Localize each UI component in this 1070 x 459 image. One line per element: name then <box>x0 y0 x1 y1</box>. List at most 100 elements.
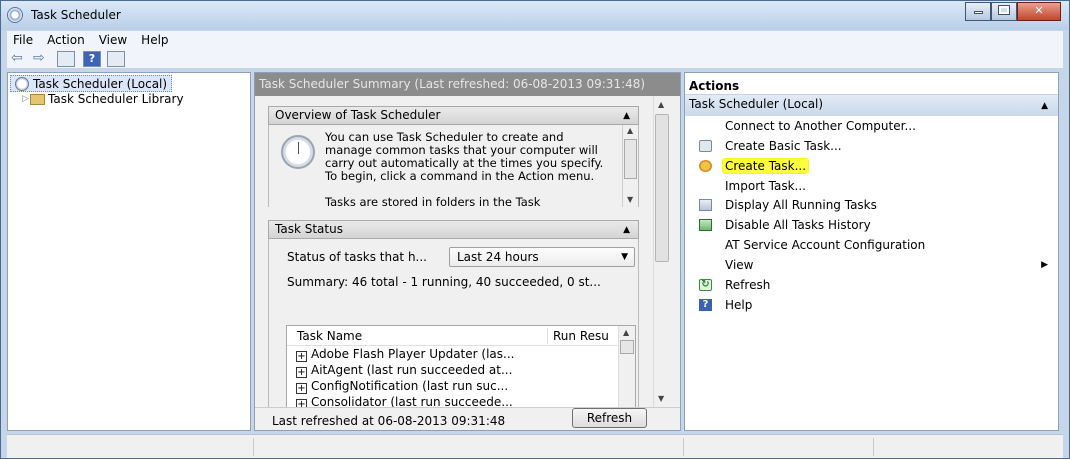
refresh-button[interactable]: Refresh <box>572 408 647 428</box>
action-create-task[interactable]: Create Task... <box>685 156 1058 176</box>
task-list-scrollbar[interactable]: ▲ <box>618 326 635 410</box>
scroll-up-icon[interactable]: ▲ <box>627 126 633 135</box>
collapse-chevron-icon[interactable]: ▲ <box>623 222 630 239</box>
back-arrow-icon[interactable]: ⇦ <box>11 51 23 67</box>
maximize-button[interactable] <box>991 2 1017 21</box>
overview-title: Overview of Task Scheduler <box>275 108 441 122</box>
menu-action[interactable]: Action <box>41 31 93 47</box>
column-header-task-name[interactable]: Task Name <box>297 329 362 343</box>
status-period-dropdown[interactable]: Last 24 hours ▼ <box>449 247 635 267</box>
status-divider <box>873 438 874 456</box>
summary-scrollbar[interactable]: ▲ ▼ <box>653 96 670 407</box>
actions-header: Actions <box>685 73 1058 95</box>
action-label: Import Task... <box>725 179 806 193</box>
expand-plus-icon[interactable]: + <box>296 367 307 378</box>
close-button[interactable]: ✕ <box>1017 2 1061 21</box>
action-label: Connect to Another Computer... <box>725 119 916 133</box>
help-icon[interactable]: ? <box>83 51 101 67</box>
action-label: Display All Running Tasks <box>725 198 877 212</box>
task-icon <box>699 160 712 172</box>
task-status-section: Task Status ▲ Status of tasks that h... … <box>268 220 639 419</box>
maximize-icon <box>998 5 1010 15</box>
show-hide-console-tree-icon[interactable] <box>57 51 75 67</box>
toolbar: ⇦ ⇨ ? <box>7 49 1063 69</box>
dropdown-arrow-icon: ▼ <box>621 252 628 262</box>
expand-plus-icon[interactable]: + <box>296 383 307 394</box>
help-icon: ? <box>699 299 712 311</box>
action-help[interactable]: ? Help <box>685 295 1058 315</box>
column-divider[interactable] <box>547 328 548 344</box>
wizard-icon <box>699 140 712 152</box>
task-scheduler-app-icon <box>7 7 23 23</box>
task-status-title: Task Status <box>275 222 343 236</box>
scroll-up-icon[interactable]: ▲ <box>623 328 629 337</box>
table-row[interactable]: + AitAgent (last run succeeded at... <box>287 362 635 378</box>
expand-triangle-icon[interactable]: ▷ <box>22 91 29 108</box>
submenu-arrow-icon: ▶ <box>1041 260 1048 270</box>
action-create-basic-task[interactable]: Create Basic Task... <box>685 136 1058 156</box>
dropdown-value: Last 24 hours <box>457 250 539 264</box>
action-import-task[interactable]: Import Task... <box>685 176 1058 196</box>
clock-icon <box>281 135 315 169</box>
overview-section: Overview of Task Scheduler ▲ You can use… <box>268 106 639 207</box>
scroll-down-icon[interactable]: ▼ <box>658 394 664 403</box>
task-list-header: Task Name Run Resu <box>287 326 635 346</box>
minimize-icon <box>973 11 983 14</box>
close-icon: ✕ <box>1034 4 1044 17</box>
menu-file[interactable]: File <box>7 31 41 47</box>
overview-section-header[interactable]: Overview of Task Scheduler ▲ <box>268 106 639 125</box>
tree-item-label: Task Scheduler Library <box>48 92 184 106</box>
task-status-body: Status of tasks that h... Last 24 hours … <box>268 239 639 419</box>
overview-text: You can use Task Scheduler to create and… <box>325 131 609 208</box>
refresh-icon: ↻ <box>699 279 712 291</box>
menu-view[interactable]: View <box>93 31 135 47</box>
action-disable-all-tasks-history[interactable]: Disable All Tasks History <box>685 215 1058 235</box>
clock-icon <box>15 77 29 91</box>
actions-group-task-scheduler-local[interactable]: Task Scheduler (Local) ▲ <box>685 95 1058 116</box>
action-label: Disable All Tasks History <box>725 218 871 232</box>
folder-clock-icon <box>30 94 45 105</box>
tree-item-label: Task Scheduler (Local) <box>33 77 168 91</box>
action-label: Create Task... <box>723 156 809 176</box>
action-view[interactable]: View ▶ <box>685 255 1058 275</box>
task-name: AitAgent (last run succeeded at... <box>311 363 513 377</box>
action-at-service-account-configuration[interactable]: AT Service Account Configuration <box>685 235 1058 255</box>
task-name: ConfigNotification (last run suc... <box>311 379 509 393</box>
column-header-run-result[interactable]: Run Resu <box>553 329 609 343</box>
scroll-up-icon[interactable]: ▲ <box>658 100 664 109</box>
action-label: Refresh <box>725 278 771 292</box>
table-row[interactable]: + Adobe Flash Player Updater (las... <box>287 346 635 362</box>
tree-item-task-scheduler-local[interactable]: Task Scheduler (Local) <box>10 75 173 92</box>
task-status-section-header[interactable]: Task Status ▲ <box>268 220 639 239</box>
scroll-down-icon[interactable]: ▼ <box>627 195 633 204</box>
history-icon <box>699 219 712 231</box>
show-hide-action-pane-icon[interactable] <box>107 51 125 67</box>
action-refresh[interactable]: ↻ Refresh <box>685 275 1058 295</box>
action-connect-to-another-computer[interactable]: Connect to Another Computer... <box>685 116 1058 136</box>
last-refreshed-text: Last refreshed at 06-08-2013 09:31:48 <box>272 414 506 428</box>
task-name: Adobe Flash Player Updater (las... <box>311 347 515 361</box>
action-label: Help <box>725 298 753 312</box>
overview-scrollbar[interactable]: ▲ ▼ <box>622 125 638 207</box>
actions-group-label: Task Scheduler (Local) <box>689 97 824 111</box>
scroll-thumb[interactable] <box>620 340 634 354</box>
action-display-all-running-tasks[interactable]: Display All Running Tasks <box>685 195 1058 215</box>
summary-header: Task Scheduler Summary (Last refreshed: … <box>255 73 680 96</box>
menu-help[interactable]: Help <box>135 31 176 47</box>
menu-bar: File Action View Help <box>7 31 1063 49</box>
collapse-chevron-icon[interactable]: ▲ <box>623 108 630 125</box>
scroll-thumb[interactable] <box>655 114 669 262</box>
minimize-button[interactable] <box>965 2 991 21</box>
status-bar <box>7 434 1063 458</box>
collapse-chevron-icon[interactable]: ▲ <box>1041 97 1048 116</box>
console-tree: Task Scheduler (Local) ▷ Task Scheduler … <box>7 72 251 431</box>
expand-plus-icon[interactable]: + <box>296 351 307 362</box>
scroll-thumb[interactable] <box>624 139 637 179</box>
table-row[interactable]: + ConfigNotification (last run suc... <box>287 378 635 394</box>
running-tasks-icon <box>699 199 712 211</box>
tree-item-task-scheduler-library[interactable]: ▷ Task Scheduler Library <box>22 91 184 108</box>
status-divider <box>683 438 684 456</box>
highlighted-action-label: Create Task... <box>723 159 809 173</box>
action-label: Create Basic Task... <box>725 139 842 153</box>
forward-arrow-icon[interactable]: ⇨ <box>33 51 45 67</box>
